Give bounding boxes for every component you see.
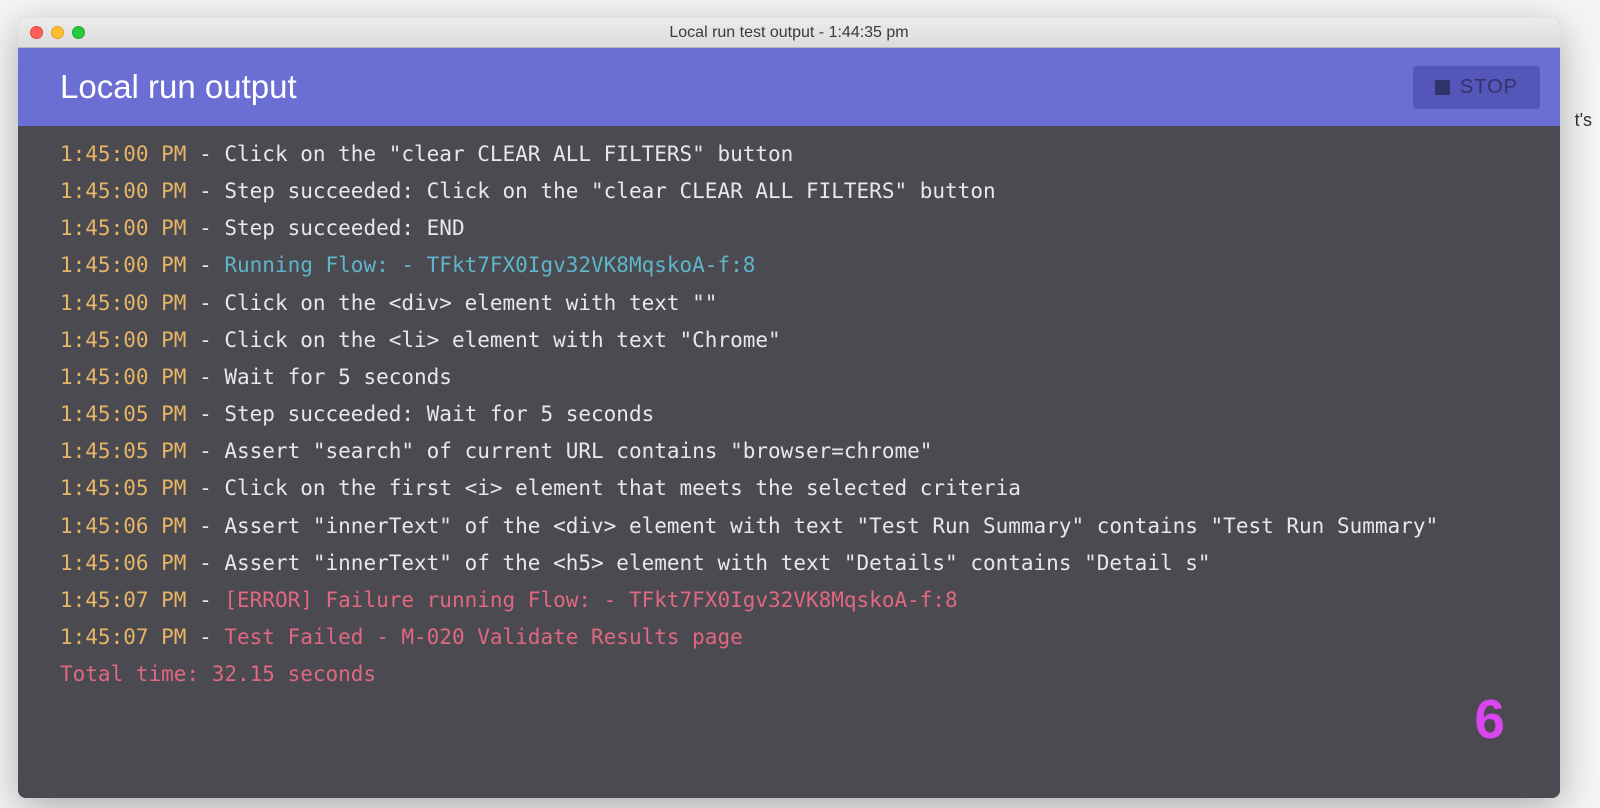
log-message: Wait for 5 seconds [224, 365, 452, 389]
log-timestamp: 1:45:00 PM [60, 142, 186, 166]
log-separator: - [186, 588, 224, 612]
log-line: 1:45:00 PM - Step succeeded: Click on th… [60, 173, 1518, 210]
log-line: 1:45:00 PM - Click on the "clear CLEAR A… [60, 136, 1518, 173]
log-line: 1:45:00 PM - Step succeeded: END [60, 210, 1518, 247]
log-separator: - [186, 142, 224, 166]
stop-icon [1435, 80, 1450, 95]
stop-button-label: STOP [1460, 76, 1518, 99]
log-line: 1:45:05 PM - Step succeeded: Wait for 5 … [60, 396, 1518, 433]
log-timestamp: 1:45:05 PM [60, 439, 186, 463]
log-timestamp: 1:45:00 PM [60, 365, 186, 389]
log-separator: - [186, 216, 224, 240]
log-message: Assert "innerText" of the <div> element … [224, 514, 1438, 538]
log-line: 1:45:07 PM - Test Failed - M-020 Validat… [60, 619, 1518, 656]
log-message: Test Failed - M-020 Validate Results pag… [224, 625, 742, 649]
log-line: 1:45:06 PM - Assert "innerText" of the <… [60, 545, 1518, 582]
log-separator: - [186, 253, 224, 277]
log-separator: - [186, 365, 224, 389]
titlebar[interactable]: Local run test output - 1:44:35 pm [18, 18, 1560, 48]
log-message: Step succeeded: Wait for 5 seconds [224, 402, 654, 426]
stop-button[interactable]: STOP [1413, 66, 1540, 109]
log-line: 1:45:00 PM - Wait for 5 seconds [60, 359, 1518, 396]
log-separator: - [186, 179, 224, 203]
log-message: Running Flow: - TFkt7FX0Igv32VK8MqskoA-f… [224, 253, 755, 277]
maximize-icon[interactable] [72, 26, 85, 39]
background-hint-text: t's [1575, 110, 1592, 131]
log-timestamp: 1:45:07 PM [60, 588, 186, 612]
log-timestamp: 1:45:06 PM [60, 514, 186, 538]
log-message: Click on the first <i> element that meet… [224, 476, 1021, 500]
log-line: 1:45:05 PM - Assert "search" of current … [60, 433, 1518, 470]
log-separator: - [186, 291, 224, 315]
log-timestamp: 1:45:00 PM [60, 328, 186, 352]
window-title: Local run test output - 1:44:35 pm [669, 24, 908, 42]
header-bar: Local run output STOP [18, 48, 1560, 126]
log-timestamp: 1:45:07 PM [60, 625, 186, 649]
page-title: Local run output [60, 68, 297, 106]
log-line: 1:45:00 PM - Running Flow: - TFkt7FX0Igv… [60, 247, 1518, 284]
console-output[interactable]: 1:45:00 PM - Click on the "clear CLEAR A… [18, 126, 1560, 798]
annotation-number: 6 [1474, 671, 1505, 768]
log-timestamp: 1:45:06 PM [60, 551, 186, 575]
log-separator: - [186, 625, 224, 649]
log-timestamp: 1:45:00 PM [60, 216, 186, 240]
log-timestamp: 1:45:00 PM [60, 253, 186, 277]
log-message: Click on the "clear CLEAR ALL FILTERS" b… [224, 142, 793, 166]
log-separator: - [186, 328, 224, 352]
log-line: 1:45:06 PM - Assert "innerText" of the <… [60, 508, 1518, 545]
log-timestamp: 1:45:00 PM [60, 179, 186, 203]
minimize-icon[interactable] [51, 26, 64, 39]
close-icon[interactable] [30, 26, 43, 39]
log-separator: - [186, 476, 224, 500]
log-separator: - [186, 514, 224, 538]
traffic-lights [30, 26, 85, 39]
log-timestamp: 1:45:05 PM [60, 402, 186, 426]
log-message: Step succeeded: END [224, 216, 464, 240]
log-line: 1:45:05 PM - Click on the first <i> elem… [60, 470, 1518, 507]
log-message: [ERROR] Failure running Flow: - TFkt7FX0… [224, 588, 957, 612]
log-line: 1:45:00 PM - Click on the <li> element w… [60, 322, 1518, 359]
log-message: Step succeeded: Click on the "clear CLEA… [224, 179, 995, 203]
log-timestamp: 1:45:05 PM [60, 476, 186, 500]
log-message: Assert "search" of current URL contains … [224, 439, 932, 463]
log-separator: - [186, 439, 224, 463]
log-line: 1:45:00 PM - Click on the <div> element … [60, 285, 1518, 322]
total-time: Total time: 32.15 seconds [60, 656, 1518, 693]
log-message: Assert "innerText" of the <h5> element w… [224, 551, 1210, 575]
log-timestamp: 1:45:00 PM [60, 291, 186, 315]
log-line: 1:45:07 PM - [ERROR] Failure running Flo… [60, 582, 1518, 619]
log-separator: - [186, 402, 224, 426]
log-separator: - [186, 551, 224, 575]
log-message: Click on the <div> element with text "" [224, 291, 717, 315]
log-message: Click on the <li> element with text "Chr… [224, 328, 780, 352]
output-window: Local run test output - 1:44:35 pm Local… [18, 18, 1560, 798]
